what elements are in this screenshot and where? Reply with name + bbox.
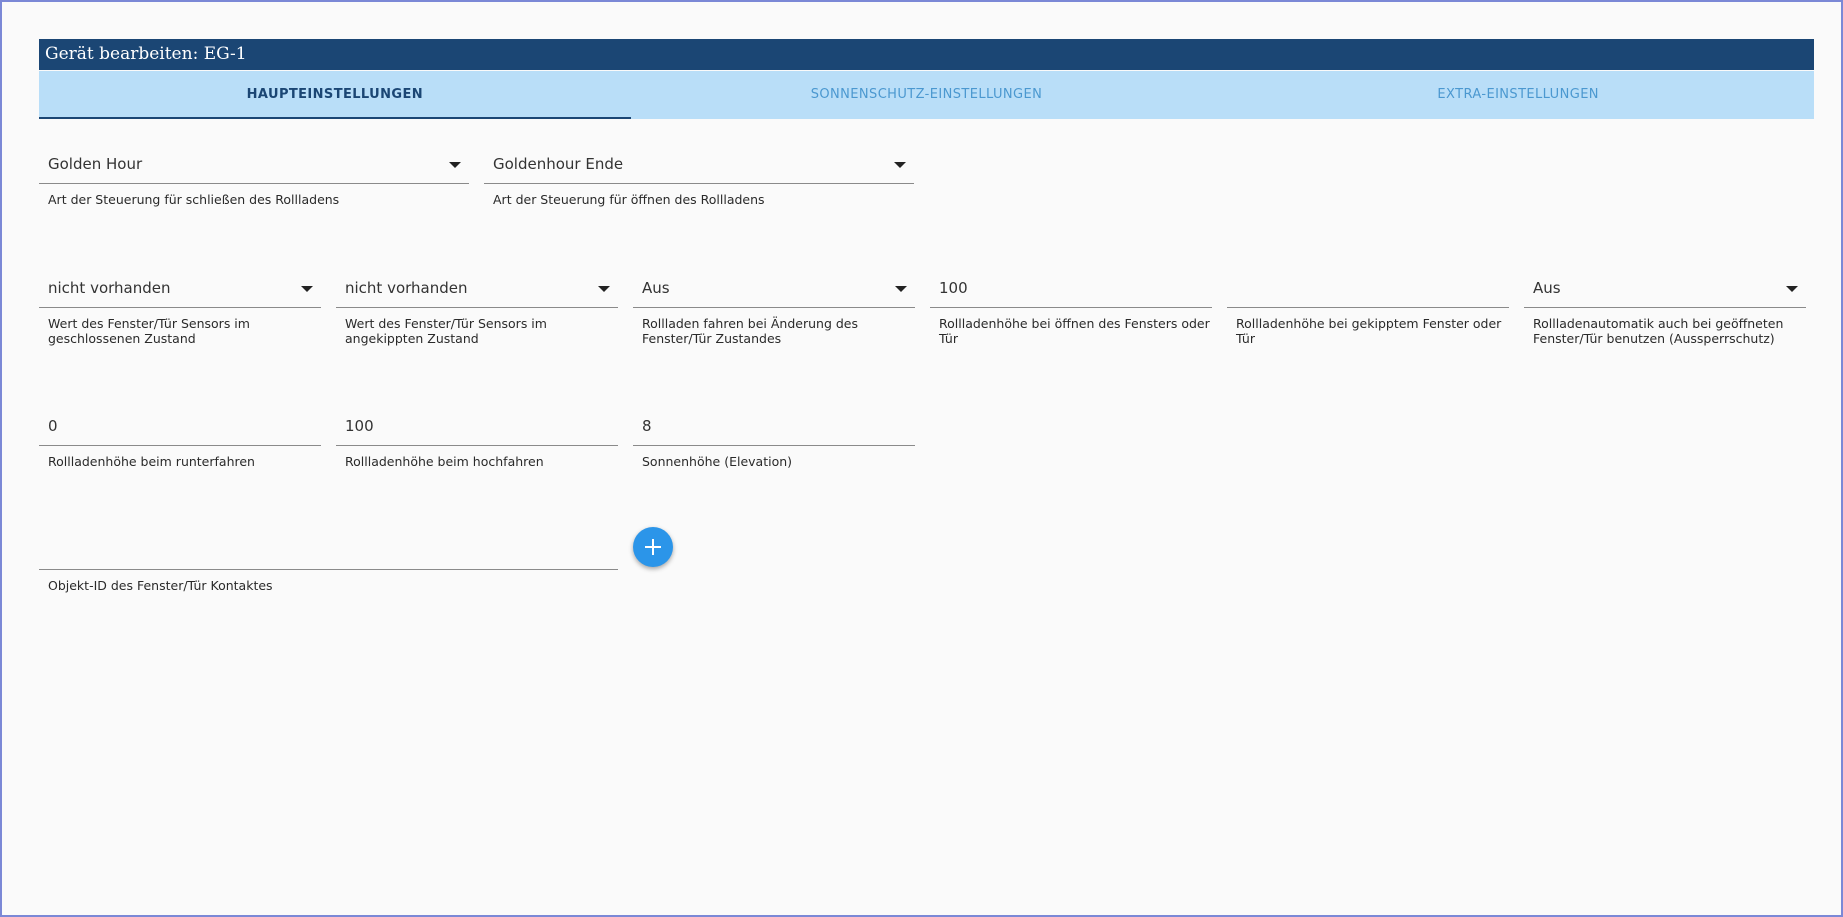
height-open-window-helper: Rollladenhöhe bei öffnen des Fensters od…	[939, 316, 1210, 346]
tab-sonnenschutz-einstellungen[interactable]: SONNENSCHUTZ-EINSTELLUNGEN	[631, 71, 1223, 119]
height-tilted-window-helper: Rollladenhöhe bei gekipptem Fenster oder…	[1236, 316, 1502, 346]
lockout-protection-value: Aus	[1533, 279, 1561, 297]
dropdown-arrow-icon	[895, 286, 907, 292]
drive-on-change-value: Aus	[642, 279, 670, 297]
dialog-title: Gerät bearbeiten: EG-1	[39, 39, 1814, 70]
dialog-frame: Gerät bearbeiten: EG-1 HAUPTEINSTELLUNGE…	[0, 0, 1843, 917]
sensor-closed-value: nicht vorhanden	[48, 279, 171, 297]
dropdown-arrow-icon	[449, 162, 461, 168]
open-type-helper: Art der Steuerung für öffnen des Rolllad…	[493, 192, 765, 207]
open-type-value: Goldenhour Ende	[493, 155, 624, 173]
contact-object-id-helper: Objekt-ID des Fenster/Tür Kontaktes	[48, 578, 273, 593]
dropdown-arrow-icon	[894, 162, 906, 168]
tab-haupteinstellungen[interactable]: HAUPTEINSTELLUNGEN	[39, 71, 631, 119]
height-down-value: 0	[48, 417, 58, 435]
elevation-value: 8	[642, 417, 652, 435]
sensor-tilted-helper: Wert des Fenster/Tür Sensors im angekipp…	[345, 316, 547, 346]
sensor-tilted-value: nicht vorhanden	[345, 279, 468, 297]
dropdown-arrow-icon	[598, 286, 610, 292]
height-down-input[interactable]: 0	[39, 414, 321, 446]
height-down-helper: Rollladenhöhe beim runterfahren	[48, 454, 255, 469]
sensor-closed-helper: Wert des Fenster/Tür Sensors im geschlos…	[48, 316, 250, 346]
height-up-input[interactable]: 100	[336, 414, 618, 446]
tab-bar: HAUPTEINSTELLUNGEN SONNENSCHUTZ-EINSTELL…	[39, 71, 1814, 119]
tab-extra-einstellungen[interactable]: EXTRA-EINSTELLUNGEN	[1222, 71, 1814, 119]
sensor-tilted-select[interactable]: nicht vorhanden	[336, 276, 618, 308]
close-type-helper: Art der Steuerung für schließen des Roll…	[48, 192, 340, 207]
dropdown-arrow-icon	[301, 286, 313, 292]
sensor-closed-select[interactable]: nicht vorhanden	[39, 276, 321, 308]
height-open-window-value: 100	[939, 279, 968, 297]
close-type-value: Golden Hour	[48, 155, 143, 173]
plus-icon-vertical	[652, 539, 654, 555]
lockout-protection-select[interactable]: Aus	[1524, 276, 1806, 308]
close-type-select[interactable]: Golden Hour	[39, 152, 469, 184]
open-type-select[interactable]: Goldenhour Ende	[484, 152, 914, 184]
lockout-protection-helper: Rollladenautomatik auch bei geöffneten F…	[1533, 316, 1784, 346]
elevation-helper: Sonnenhöhe (Elevation)	[642, 454, 793, 469]
dropdown-arrow-icon	[1786, 286, 1798, 292]
drive-on-change-helper: Rollladen fahren bei Änderung des Fenste…	[642, 316, 859, 346]
drive-on-change-select[interactable]: Aus	[633, 276, 915, 308]
elevation-input[interactable]: 8	[633, 414, 915, 446]
height-up-helper: Rollladenhöhe beim hochfahren	[345, 454, 544, 469]
height-open-window-input[interactable]: 100	[930, 276, 1212, 308]
height-up-value: 100	[345, 417, 374, 435]
contact-object-id-input[interactable]	[39, 538, 618, 570]
add-object-button[interactable]	[633, 527, 673, 567]
height-tilted-window-input[interactable]	[1227, 276, 1509, 308]
